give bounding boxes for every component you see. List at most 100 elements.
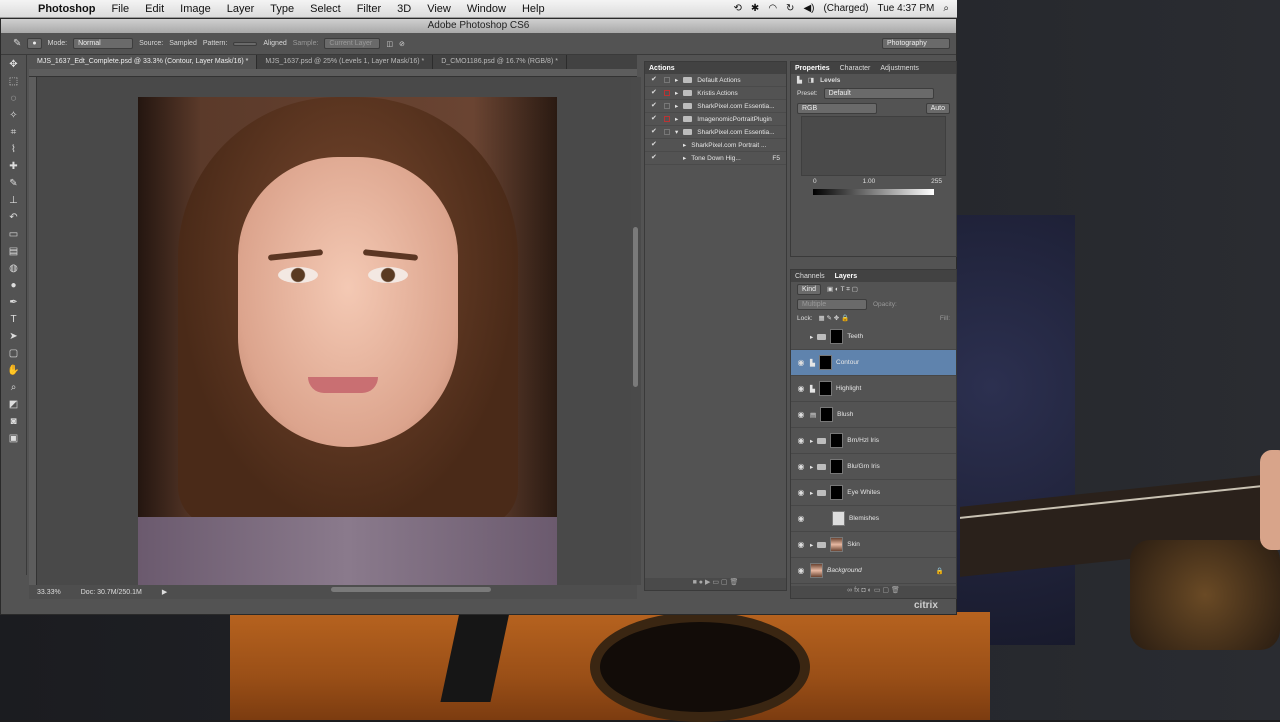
record-icon[interactable]: ● <box>699 579 703 586</box>
collapse-arrow-icon[interactable]: ▾ <box>675 128 678 136</box>
expand-arrow-icon[interactable]: ▸ <box>683 154 686 162</box>
layer-mask-thumbnail[interactable] <box>830 459 844 474</box>
check-icon[interactable]: ✔ <box>651 128 659 136</box>
new-group-icon[interactable]: ▭ <box>874 587 881 594</box>
gamma-input-field[interactable]: 1.00 <box>863 178 876 185</box>
layer-mask-thumbnail[interactable] <box>830 433 844 448</box>
eye-icon[interactable]: ◉ <box>796 540 806 549</box>
menu-view[interactable]: View <box>419 3 459 15</box>
layer-row[interactable]: ◉ ▸ Eye Whites <box>791 480 956 506</box>
check-icon[interactable]: ✔ <box>651 102 659 110</box>
action-set-row[interactable]: ✔ ▸ Kristis Actions <box>645 87 786 100</box>
layer-row[interactable]: ◉ ▸ Blu/Grn Iris <box>791 454 956 480</box>
screen-mode-icon[interactable]: ▣ <box>7 432 21 446</box>
action-set-row[interactable]: ✔ ▸ SharkPixel.com Essentia... <box>645 100 786 113</box>
tab-actions[interactable]: Actions <box>649 65 675 72</box>
sample-select[interactable]: Current Layer <box>324 38 381 49</box>
shape-tool-icon[interactable]: ▢ <box>7 347 21 361</box>
layer-mask-thumbnail[interactable] <box>830 329 844 344</box>
layer-name[interactable]: Brn/Hzl Iris <box>847 437 879 444</box>
layer-row[interactable]: ◉ Blemishes <box>791 506 956 532</box>
trash-icon[interactable]: 🗑 <box>891 587 900 594</box>
auto-button[interactable]: Auto <box>925 103 950 114</box>
layer-mask-thumbnail[interactable] <box>830 537 844 552</box>
play-icon[interactable]: ▶ <box>705 579 710 586</box>
workspace-select[interactable]: Photography <box>882 38 950 49</box>
layer-name[interactable]: Blush <box>837 411 853 418</box>
brush-tool-icon[interactable]: ✎ <box>7 177 21 191</box>
zoom-tool-icon[interactable]: ⌕ <box>7 381 21 395</box>
preset-select[interactable]: Default <box>823 88 934 99</box>
tab-properties[interactable]: Properties <box>795 65 830 72</box>
mask-icon[interactable]: ◨ <box>808 76 814 84</box>
crop-tool-icon[interactable]: ⌗ <box>7 126 21 140</box>
healing-icon[interactable]: ⊘ <box>399 40 405 48</box>
new-action-icon[interactable]: ▢ <box>721 579 728 586</box>
zoom-level[interactable]: 33.33% <box>37 589 61 596</box>
expand-arrow-icon[interactable]: ▸ <box>810 437 813 445</box>
time-machine-icon[interactable]: ⟲ <box>734 3 742 14</box>
vertical-scrollbar[interactable] <box>631 77 641 585</box>
ignore-adjustment-icon[interactable]: ◫ <box>386 40 393 48</box>
layer-row[interactable]: ◉ ▸ Brn/Hzl Iris <box>791 428 956 454</box>
expand-arrow-icon[interactable]: ▸ <box>675 76 678 84</box>
layer-name[interactable]: Eye Whites <box>847 489 880 496</box>
wifi-icon[interactable]: ◠ <box>768 3 777 14</box>
menu-image[interactable]: Image <box>172 3 219 15</box>
check-icon[interactable]: ✔ <box>651 115 659 123</box>
check-icon[interactable]: ✔ <box>651 76 659 84</box>
bluetooth-icon[interactable]: ✱ <box>751 3 759 14</box>
check-icon[interactable]: ✔ <box>651 141 659 149</box>
eye-icon[interactable]: ◉ <box>796 566 806 575</box>
gradient-tool-icon[interactable]: ▤ <box>7 245 21 259</box>
expand-arrow-icon[interactable]: ▸ <box>675 89 678 97</box>
menu-window[interactable]: Window <box>459 3 514 15</box>
doc-tab-2[interactable]: MJS_1637.psd @ 25% (Levels 1, Layer Mask… <box>257 55 434 69</box>
clone-stamp-tool-icon[interactable]: ⊥ <box>7 194 21 208</box>
canvas-area[interactable] <box>37 77 631 585</box>
color-swatch-icon[interactable]: ◩ <box>7 398 21 412</box>
dodge-tool-icon[interactable]: ● <box>7 279 21 293</box>
blend-mode-select[interactable]: Multiple <box>797 299 867 310</box>
expand-arrow-icon[interactable]: ▸ <box>810 463 813 471</box>
battery-status[interactable]: (Charged) <box>823 3 868 14</box>
lasso-tool-icon[interactable]: ◌ <box>7 92 21 106</box>
expand-arrow-icon[interactable]: ▸ <box>683 141 686 149</box>
path-select-tool-icon[interactable]: ➤ <box>7 330 21 344</box>
action-row[interactable]: ✔ ▸ SharkPixel.com Portrait ... <box>645 139 786 152</box>
menu-file[interactable]: File <box>103 3 137 15</box>
move-tool-icon[interactable]: ✥ <box>7 58 21 72</box>
expand-arrow-icon[interactable]: ▸ <box>675 102 678 110</box>
pattern-radio[interactable]: Pattern: <box>203 40 228 47</box>
action-set-row[interactable]: ✔ ▸ ImagenomicPortraitPlugin <box>645 113 786 126</box>
expand-arrow-icon[interactable]: ▸ <box>675 115 678 123</box>
horizontal-scroll-thumb[interactable] <box>331 587 491 592</box>
eye-icon[interactable]: ◉ <box>796 410 806 419</box>
marquee-tool-icon[interactable]: ⬚ <box>7 75 21 89</box>
layer-row[interactable]: ◉ ▤ Blush <box>791 402 956 428</box>
fx-icon[interactable]: fx <box>854 587 859 594</box>
stop-icon[interactable]: ■ <box>693 579 697 586</box>
expand-arrow-icon[interactable]: ▸ <box>810 333 813 341</box>
history-brush-tool-icon[interactable]: ↶ <box>7 211 21 225</box>
layer-name[interactable]: Blu/Grn Iris <box>847 463 880 470</box>
black-input-field[interactable]: 0 <box>813 178 817 185</box>
eye-icon[interactable]: ◉ <box>796 514 806 523</box>
dialog-toggle[interactable] <box>664 77 670 83</box>
eye-icon[interactable]: ◉ <box>796 488 806 497</box>
eye-icon[interactable]: ◉ <box>796 462 806 471</box>
menu-3d[interactable]: 3D <box>389 3 419 15</box>
pen-tool-icon[interactable]: ✒ <box>7 296 21 310</box>
action-set-row[interactable]: ✔ ▸ Default Actions <box>645 74 786 87</box>
portrait-image[interactable] <box>138 97 557 585</box>
quick-mask-icon[interactable]: ◙ <box>7 415 21 429</box>
layer-mask-thumbnail[interactable] <box>819 381 832 396</box>
type-tool-icon[interactable]: T <box>7 313 21 327</box>
eye-icon[interactable]: ◉ <box>796 358 806 367</box>
layer-name[interactable]: Teeth <box>847 333 863 340</box>
sync-icon[interactable]: ↻ <box>786 3 794 14</box>
white-input-field[interactable]: 255 <box>931 178 942 185</box>
eyedropper-tool-icon[interactable]: ⌇ <box>7 143 21 157</box>
mode-select[interactable]: Normal <box>73 38 134 49</box>
aligned-checkbox[interactable]: Aligned <box>263 40 286 47</box>
